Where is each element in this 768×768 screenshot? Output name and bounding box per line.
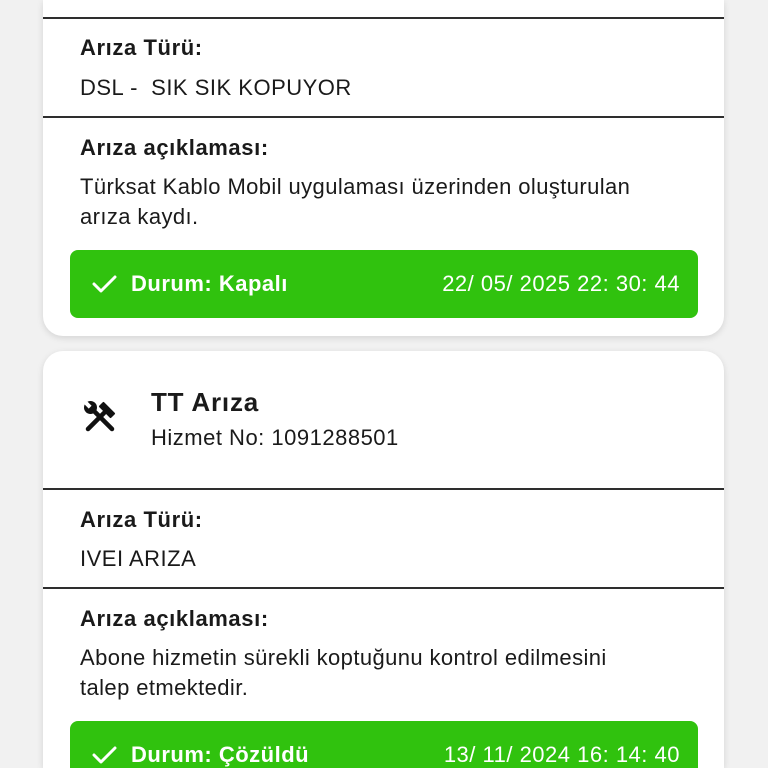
description-label: Arıza açıklaması: [80,135,269,160]
status-datetime: 13/ 11/ 2024 16: 14: 40 [443,742,680,767]
status-label: Durum: [131,271,213,296]
status-value: Çözüldü [218,742,310,767]
fault-type-label: Arıza Türü: [80,507,203,532]
fault-type-value: IVEI ARIZA [80,546,197,571]
check-icon [92,742,117,768]
card-title: TT Arıza [151,387,260,417]
tools-icon [82,399,118,435]
status-bar: Durum: Çözüldü 13/ 11/ 2024 16: 14: 40 [70,721,698,768]
check-icon [92,271,117,297]
status-text: Durum: Çözüldü [131,742,309,768]
description-text: Abone hizmetin sürekli koptuğunu kontrol… [80,645,607,700]
fault-card: Arıza Türü: DSL - SIK SIK KOPUYOR Arıza … [43,0,724,336]
fault-type-value: DSL - SIK SIK KOPUYOR [80,75,352,100]
status-value: Kapalı [218,271,288,296]
service-number: Hizmet No: 1091288501 [151,425,399,451]
status-bar: Durum: Kapalı 22/ 05/ 2025 22: 30: 44 [70,250,698,318]
fault-type-label: Arıza Türü: [80,35,203,60]
status-label: Durum: [131,742,213,767]
fault-records-screen: Arıza Türü: DSL - SIK SIK KOPUYOR Arıza … [0,0,768,768]
divider [43,488,724,490]
service-number-label: Hizmet No: [151,425,265,450]
divider [43,116,724,118]
description-label: Arıza açıklaması: [80,606,269,631]
divider [43,587,724,589]
description-text: Türksat Kablo Mobil uygulaması üzerinden… [80,174,631,229]
divider [43,17,724,19]
status-datetime: 22/ 05/ 2025 22: 30: 44 [442,271,680,296]
status-text: Durum: Kapalı [131,271,288,297]
fault-card: TT Arıza Hizmet No: 1091288501 Arıza Tür… [43,351,724,768]
service-number-value: 1091288501 [271,425,399,450]
